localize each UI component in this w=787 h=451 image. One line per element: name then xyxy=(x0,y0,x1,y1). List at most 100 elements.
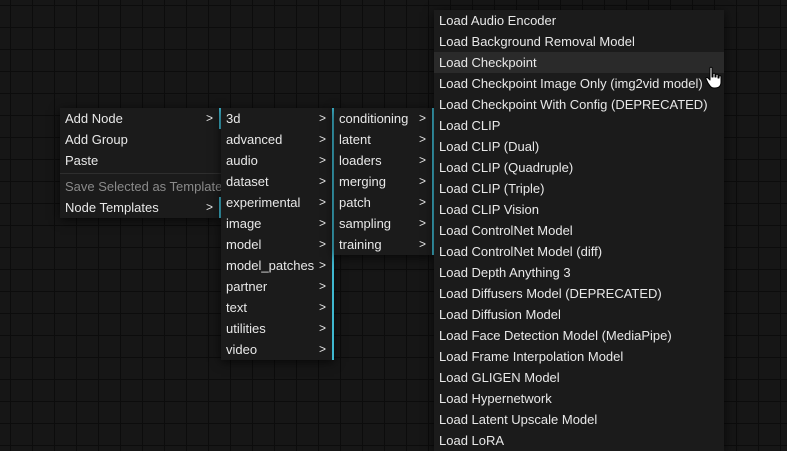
node-item[interactable]: Load Frame Interpolation Model xyxy=(434,346,724,367)
menu-item-paste[interactable]: Paste xyxy=(60,150,221,171)
menu-item-label: Load CLIP (Triple) xyxy=(439,181,545,196)
menu-item-label: Load Face Detection Model (MediaPipe) xyxy=(439,328,672,343)
menu-item-add-group[interactable]: Add Group xyxy=(60,129,221,150)
node-item[interactable]: Load CLIP Vision xyxy=(434,199,724,220)
menu-item-label: partner xyxy=(226,279,268,294)
category-item[interactable]: partner > xyxy=(221,276,334,297)
menu-separator xyxy=(60,173,221,174)
submenu-arrow-icon: > xyxy=(418,111,426,125)
menu-item-label: sampling xyxy=(339,216,392,231)
menu-item-label: Paste xyxy=(65,153,99,168)
menu-item-label: Load Audio Encoder xyxy=(439,13,557,28)
menu-item-node-templates[interactable]: Node Templates > xyxy=(60,197,221,218)
menu-item-label: Load ControlNet Model (diff) xyxy=(439,244,603,259)
submenu-arrow-icon: > xyxy=(318,321,326,335)
menu-item-label: experimental xyxy=(226,195,301,210)
submenu-arrow-icon: > xyxy=(418,237,426,251)
menu-item-label: Add Node xyxy=(65,111,123,126)
submenu-arrow-icon: > xyxy=(318,111,326,125)
hand-pointer-icon xyxy=(705,66,722,89)
subcategory-item[interactable]: loaders > xyxy=(334,150,434,171)
subcategory-item[interactable]: latent > xyxy=(334,129,434,150)
node-item[interactable]: Load CLIP (Triple) xyxy=(434,178,724,199)
submenu-arrow-icon: > xyxy=(418,174,426,188)
submenu-arrow-icon: > xyxy=(318,342,326,356)
menu-item-label: Load Frame Interpolation Model xyxy=(439,349,624,364)
menu-item-label: Load Depth Anything 3 xyxy=(439,265,571,280)
menu-item-label: model xyxy=(226,237,262,252)
menu-item-label: Load CLIP (Dual) xyxy=(439,139,540,154)
menu-item-label: text xyxy=(226,300,247,315)
node-item[interactable]: Load CLIP (Dual) xyxy=(434,136,724,157)
category-item[interactable]: video > xyxy=(221,339,334,360)
submenu-arrow-icon: > xyxy=(318,300,326,314)
menu-item-label: Load ControlNet Model xyxy=(439,223,573,238)
menu-item-label: dataset xyxy=(226,174,269,189)
category-item[interactable]: experimental > xyxy=(221,192,334,213)
node-item[interactable]: Load Checkpoint With Config (DEPRECATED) xyxy=(434,94,724,115)
category-item[interactable]: model > xyxy=(221,234,334,255)
node-list-menu: Load Audio Encoder Load Background Remova… xyxy=(434,10,724,451)
menu-item-label: utilities xyxy=(226,321,266,336)
node-item[interactable]: Load Hypernetwork xyxy=(434,388,724,409)
submenu-arrow-icon: > xyxy=(418,132,426,146)
subcategory-item[interactable]: merging > xyxy=(334,171,434,192)
submenu-arrow-icon: > xyxy=(418,216,426,230)
subcategory-item[interactable]: training > xyxy=(334,234,434,255)
node-item[interactable]: Load ControlNet Model xyxy=(434,220,724,241)
category-item[interactable]: utilities > xyxy=(221,318,334,339)
menu-item-label: Load CLIP xyxy=(439,118,501,133)
node-item[interactable]: Load Face Detection Model (MediaPipe) xyxy=(434,325,724,346)
submenu-arrow-icon: > xyxy=(318,132,326,146)
context-menu: Add Node > Add Group Paste Save Selected… xyxy=(60,108,223,218)
category-item[interactable]: 3d > xyxy=(221,108,334,129)
submenu-arrow-icon: > xyxy=(418,195,426,209)
node-item[interactable]: Load Diffusers Model (DEPRECATED) xyxy=(434,283,724,304)
menu-item-label: latent xyxy=(339,132,371,147)
category-item[interactable]: advanced > xyxy=(221,129,334,150)
menu-item-label: video xyxy=(226,342,258,357)
menu-item-label: audio xyxy=(226,153,258,168)
menu-item-label: Load LoRA xyxy=(439,433,505,448)
node-item[interactable]: Load Background Removal Model xyxy=(434,31,724,52)
submenu-arrow-icon: > xyxy=(318,195,326,209)
node-item[interactable]: Load GLIGEN Model xyxy=(434,367,724,388)
category-item[interactable]: text > xyxy=(221,297,334,318)
node-item[interactable]: Load CLIP (Quadruple) xyxy=(434,157,724,178)
submenu-arrow-icon: > xyxy=(205,111,213,125)
menu-item-add-node[interactable]: Add Node > xyxy=(60,108,221,129)
category-item[interactable]: model_patches > xyxy=(221,255,334,276)
menu-item-label: Save Selected as Template xyxy=(65,179,223,194)
menu-item-label: conditioning xyxy=(339,111,409,126)
category-item[interactable]: image > xyxy=(221,213,334,234)
node-item[interactable]: Load Checkpoint xyxy=(434,52,724,73)
node-item[interactable]: Load CLIP xyxy=(434,115,724,136)
subcategory-item[interactable]: conditioning > xyxy=(334,108,434,129)
node-item[interactable]: Load Checkpoint Image Only (img2vid mode… xyxy=(434,73,724,94)
node-item[interactable]: Load LoRA xyxy=(434,430,724,451)
submenu-arrow-icon: > xyxy=(418,153,426,167)
node-item[interactable]: Load Depth Anything 3 xyxy=(434,262,724,283)
node-item[interactable]: Load Audio Encoder xyxy=(434,10,724,31)
subcategory-item[interactable]: sampling > xyxy=(334,213,434,234)
subcategory-submenu: conditioning > latent > loaders > merging > patc… xyxy=(334,108,434,255)
node-item[interactable]: Load Latent Upscale Model xyxy=(434,409,724,430)
submenu-arrow-icon: > xyxy=(318,279,326,293)
menu-item-label: Load Diffusion Model xyxy=(439,307,561,322)
menu-item-label: Load Checkpoint Image Only (img2vid mode… xyxy=(439,76,703,91)
category-item[interactable]: dataset > xyxy=(221,171,334,192)
submenu-arrow-icon: > xyxy=(318,216,326,230)
menu-item-label: training xyxy=(339,237,382,252)
menu-item-label: Load CLIP Vision xyxy=(439,202,539,217)
submenu-arrow-icon: > xyxy=(318,237,326,251)
category-item[interactable]: audio > xyxy=(221,150,334,171)
menu-item-label: Load Checkpoint xyxy=(439,55,537,70)
node-item[interactable]: Load ControlNet Model (diff) xyxy=(434,241,724,262)
node-item[interactable]: Load Diffusion Model xyxy=(434,304,724,325)
menu-item-label: Load Hypernetwork xyxy=(439,391,552,406)
menu-item-label: advanced xyxy=(226,132,283,147)
subcategory-item[interactable]: patch > xyxy=(334,192,434,213)
menu-item-label: patch xyxy=(339,195,371,210)
menu-item-label: Load CLIP (Quadruple) xyxy=(439,160,574,175)
menu-item-label: merging xyxy=(339,174,386,189)
